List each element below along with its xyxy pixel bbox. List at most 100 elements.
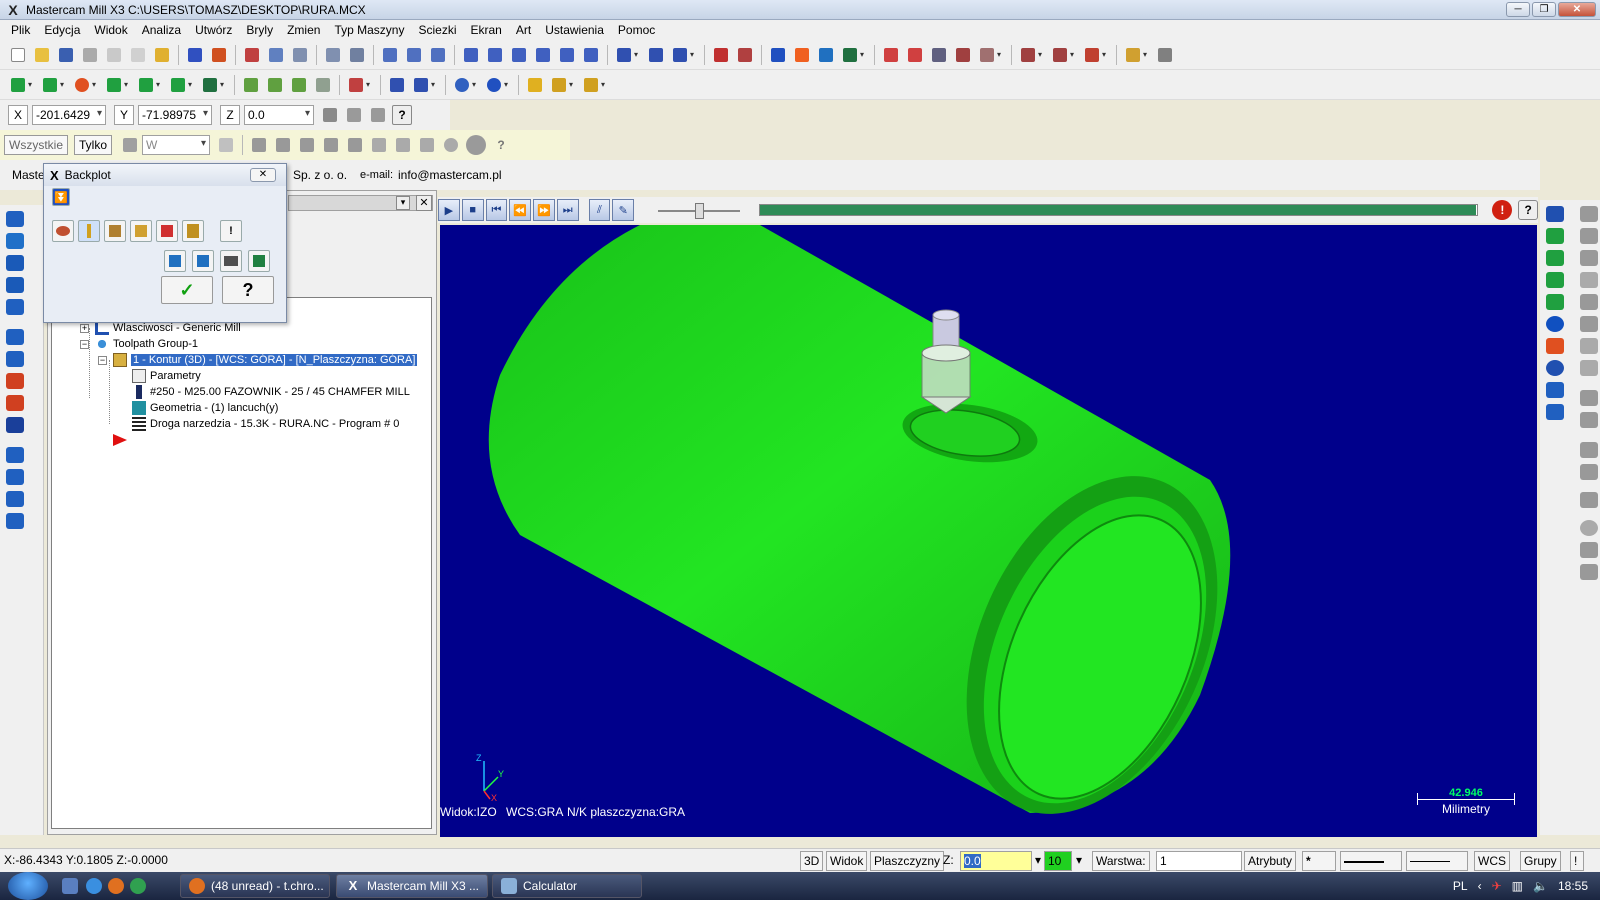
view-side-icon[interactable] — [428, 45, 448, 65]
selection-mask-icon[interactable] — [120, 135, 140, 155]
tool-9-icon[interactable] — [6, 395, 24, 411]
color-dropdown-icon[interactable]: ▾ — [1073, 851, 1087, 871]
selection-mode-select[interactable]: W — [142, 135, 211, 155]
more-button[interactable]: ! — [1570, 851, 1584, 871]
tree-item-params[interactable]: Parametry — [132, 368, 201, 384]
close-button[interactable]: ✕ — [1558, 2, 1596, 17]
sphere-select-icon[interactable] — [466, 135, 487, 155]
fit-icon[interactable] — [242, 45, 262, 65]
no-select-icon[interactable] — [441, 135, 461, 155]
paste-icon[interactable] — [152, 45, 172, 65]
tool-7-icon[interactable] — [6, 351, 24, 367]
copy-icon[interactable] — [128, 45, 148, 65]
cplane-icon[interactable] — [1546, 382, 1564, 398]
taskbar-item-browser[interactable]: (48 unread) - t.chro... — [180, 874, 330, 898]
side-tool-11-icon[interactable] — [1580, 442, 1598, 458]
dynamic-rotate-icon[interactable] — [1546, 360, 1564, 376]
z-coordinate-input[interactable]: 0.0 — [244, 105, 314, 125]
side-tool-13-icon[interactable] — [1580, 492, 1598, 508]
language-indicator[interactable]: PL — [1453, 879, 1468, 893]
tool-2-icon[interactable] — [6, 233, 24, 249]
front-view-icon[interactable] — [1546, 272, 1564, 288]
menu-zmien[interactable]: Zmien — [280, 23, 327, 37]
tree-item-toolpath[interactable]: Droga narzedzia - 15.3K - RURA.NC - Prog… — [132, 416, 399, 432]
tray-chevron-icon[interactable]: ‹ — [1478, 879, 1482, 893]
entity-endpoints-icon[interactable] — [130, 220, 152, 242]
groups-button[interactable]: Grupy — [1520, 851, 1561, 871]
edge-select-icon[interactable] — [345, 135, 365, 155]
camera-icon[interactable] — [220, 250, 242, 272]
display-holder-icon[interactable] — [78, 220, 100, 242]
save-geometry-icon[interactable] — [248, 250, 270, 272]
tool-1-icon[interactable] — [6, 211, 24, 227]
tool-holder-display-icon[interactable] — [182, 220, 204, 242]
line-icon[interactable] — [40, 75, 60, 95]
internet-explorer-icon[interactable] — [86, 878, 102, 894]
tray-network-icon[interactable]: ▥ — [1512, 879, 1523, 893]
drill-icon[interactable] — [387, 75, 407, 95]
body-select-icon[interactable] — [321, 135, 341, 155]
tool-3-icon[interactable] — [6, 255, 24, 271]
join-icon[interactable] — [670, 45, 690, 65]
iso-view-icon[interactable] — [1546, 228, 1564, 244]
render-icon[interactable] — [1546, 338, 1564, 354]
z-lock-button[interactable]: Z — [220, 105, 240, 125]
view-top-icon[interactable] — [380, 45, 400, 65]
rotate-icon[interactable] — [509, 45, 529, 65]
menu-sciezki[interactable]: Sciezki — [411, 23, 463, 37]
shaded-icon[interactable] — [1546, 316, 1564, 332]
point-icon[interactable] — [8, 75, 28, 95]
x-lock-button[interactable]: X — [8, 105, 28, 125]
menu-edycja[interactable]: Edycja — [37, 23, 87, 37]
stop-button[interactable]: ■ — [461, 199, 484, 221]
taskbar-item-calculator[interactable]: Calculator — [492, 874, 642, 898]
offset-icon[interactable] — [581, 45, 601, 65]
maximize-button[interactable]: ❐ — [1532, 2, 1556, 17]
menu-typ-maszyny[interactable]: Typ Maszyny — [327, 23, 411, 37]
break-icon[interactable] — [646, 45, 666, 65]
collapse-icon[interactable]: ⏬ — [52, 188, 70, 206]
side-tool-2-icon[interactable] — [1580, 228, 1598, 244]
taskbar-item-mastercam[interactable]: X Mastercam Mill X3 ... — [336, 874, 488, 898]
tree-item-operation[interactable]: −1 - Kontur (3D) - [WCS: GÓRA] - [N_Plas… — [98, 352, 418, 368]
x-coordinate-input[interactable]: -201.6429 — [32, 105, 106, 125]
open-folder-icon[interactable] — [32, 45, 52, 65]
dimension-icon[interactable] — [929, 45, 949, 65]
go-to-end-button[interactable]: ⏭ — [556, 199, 579, 221]
show-desktop-icon[interactable] — [62, 878, 78, 894]
fast-point-icon[interactable] — [320, 105, 340, 125]
side-tool-9-icon[interactable] — [1580, 390, 1598, 406]
zoom-out-icon[interactable] — [323, 45, 343, 65]
attributes-button[interactable]: Atrybuty — [1244, 851, 1297, 871]
tool-14-icon[interactable] — [6, 513, 24, 529]
line-style-select[interactable] — [1340, 851, 1402, 871]
save-icon[interactable] — [56, 45, 76, 65]
pipe-model[interactable] — [440, 225, 1537, 837]
sphere-shade-icon[interactable] — [484, 75, 504, 95]
solid-icon[interactable] — [792, 45, 812, 65]
graphics-viewport[interactable]: Z Y X Widok:IZO WCS:GRA N/K plaszczyzna:… — [440, 225, 1537, 837]
side-tool-4-icon[interactable] — [1580, 272, 1598, 288]
wireframe-icon[interactable] — [1050, 45, 1070, 65]
solid-cone-icon[interactable] — [265, 75, 285, 95]
mirror-icon[interactable] — [533, 45, 553, 65]
play-button[interactable]: ▶ — [438, 199, 460, 221]
start-button[interactable] — [8, 872, 48, 900]
step-back-button[interactable]: ⏪ — [509, 199, 532, 221]
right-view-icon[interactable] — [1546, 294, 1564, 310]
backplot-close-button[interactable]: ✕ — [250, 168, 276, 182]
tool-12-icon[interactable] — [6, 469, 24, 485]
menu-plik[interactable]: Plik — [4, 23, 37, 37]
unzoom-icon[interactable] — [347, 45, 367, 65]
tool-8-icon[interactable] — [6, 373, 24, 389]
verify-icon[interactable] — [735, 45, 755, 65]
fillet-icon[interactable] — [136, 75, 156, 95]
save-view-icon[interactable] — [1546, 206, 1564, 222]
solid-sphere-icon[interactable] — [289, 75, 309, 95]
grid-icon[interactable] — [881, 45, 901, 65]
print-icon[interactable] — [80, 45, 100, 65]
menu-art[interactable]: Art — [509, 23, 538, 37]
tplane-icon[interactable] — [1546, 404, 1564, 420]
side-tool-14-icon[interactable] — [1580, 520, 1598, 536]
circle-icon[interactable] — [72, 75, 92, 95]
